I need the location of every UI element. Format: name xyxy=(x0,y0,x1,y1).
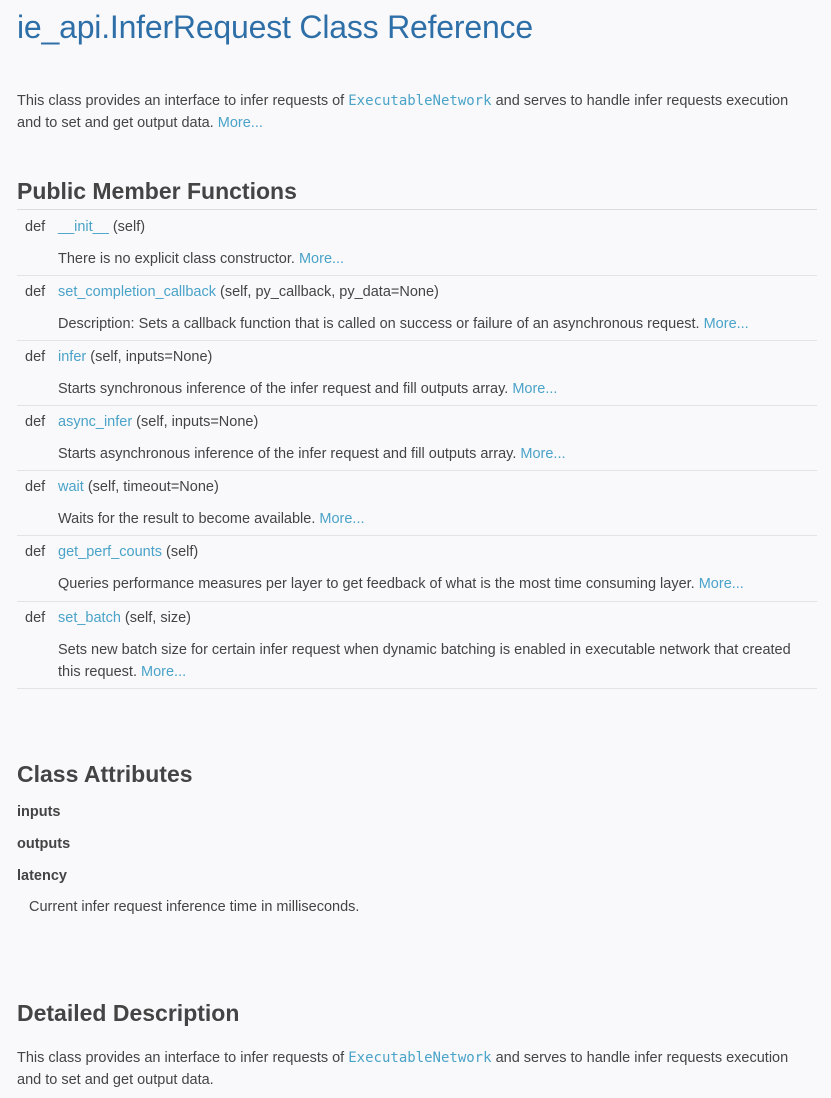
infer-more-link[interactable]: More... xyxy=(512,381,557,397)
async-infer-desc: Starts asynchronous inference of the inf… xyxy=(58,446,521,462)
set-completion-callback-more-link[interactable]: More... xyxy=(704,316,749,332)
wait-link[interactable]: wait xyxy=(58,479,84,495)
infer-args: (self, inputs=None) xyxy=(86,349,213,365)
wait-args: (self, timeout=None) xyxy=(83,479,219,495)
page: ie_api.InferRequest Class Reference This… xyxy=(0,0,831,1098)
def-keyword: def xyxy=(25,544,46,560)
init-more-link[interactable]: More... xyxy=(299,251,344,267)
async-infer-more-link[interactable]: More... xyxy=(520,446,565,462)
brief-prefix: This class provides an interface to infe… xyxy=(17,93,349,109)
infer-desc: Starts synchronous inference of the infe… xyxy=(58,381,513,397)
init-desc: There is no explicit class constructor. xyxy=(58,251,299,267)
page-title: ie_api.InferRequest Class Reference xyxy=(17,9,533,45)
member-separator xyxy=(17,405,817,406)
brief-more-link[interactable]: More... xyxy=(218,115,263,131)
set-completion-callback-link[interactable]: set_completion_callback xyxy=(58,284,216,300)
heading-divider xyxy=(17,209,817,210)
set-batch-args: (self, size) xyxy=(120,610,191,626)
init-link[interactable]: __init__ xyxy=(58,219,109,235)
latency-description: Current infer request inference time in … xyxy=(29,899,360,915)
member-separator xyxy=(17,535,817,536)
public-member-functions-heading: Public Member Functions xyxy=(17,178,297,204)
executable-network-link-detailed[interactable]: ExecutableNetwork xyxy=(348,1050,491,1066)
member-separator xyxy=(17,340,817,341)
detailed-description-heading: Detailed Description xyxy=(17,1000,240,1026)
def-keyword: def xyxy=(25,414,46,430)
set-batch-more-link[interactable]: More... xyxy=(141,664,186,680)
member-separator xyxy=(17,601,817,602)
class-attributes-heading: Class Attributes xyxy=(17,761,193,787)
detailed-prefix: This class provides an interface to infe… xyxy=(17,1050,349,1066)
def-keyword: def xyxy=(25,219,46,235)
get-perf-counts-desc: Queries performance measures per layer t… xyxy=(58,576,699,592)
def-keyword: def xyxy=(25,349,46,365)
set-completion-callback-args: (self, py_callback, py_data=None) xyxy=(215,284,439,300)
def-keyword: def xyxy=(25,479,46,495)
infer-link[interactable]: infer xyxy=(58,349,86,365)
attr-outputs: outputs xyxy=(17,836,71,852)
attr-inputs: inputs xyxy=(17,804,61,820)
member-separator xyxy=(17,470,817,471)
def-keyword: def xyxy=(25,284,46,300)
wait-desc: Waits for the result to become available… xyxy=(58,511,320,527)
get-perf-counts-link[interactable]: get_perf_counts xyxy=(58,544,162,560)
executable-network-link[interactable]: ExecutableNetwork xyxy=(348,93,491,109)
get-perf-counts-args: (self) xyxy=(162,544,199,560)
set-completion-callback-desc: Description: Sets a callback function th… xyxy=(58,316,704,332)
set-batch-link[interactable]: set_batch xyxy=(58,610,121,626)
brief-description: This class provides an interface to infe… xyxy=(17,90,807,134)
member-separator xyxy=(17,688,817,689)
def-keyword: def xyxy=(25,610,46,626)
detailed-description: This class provides an interface to infe… xyxy=(17,1047,807,1091)
wait-more-link[interactable]: More... xyxy=(319,511,364,527)
async-infer-link[interactable]: async_infer xyxy=(58,414,132,430)
member-separator xyxy=(17,275,817,276)
get-perf-counts-more-link[interactable]: More... xyxy=(699,576,744,592)
init-args: (self) xyxy=(108,219,146,235)
async-infer-args: (self, inputs=None) xyxy=(132,414,259,430)
attr-latency: latency xyxy=(17,868,67,884)
